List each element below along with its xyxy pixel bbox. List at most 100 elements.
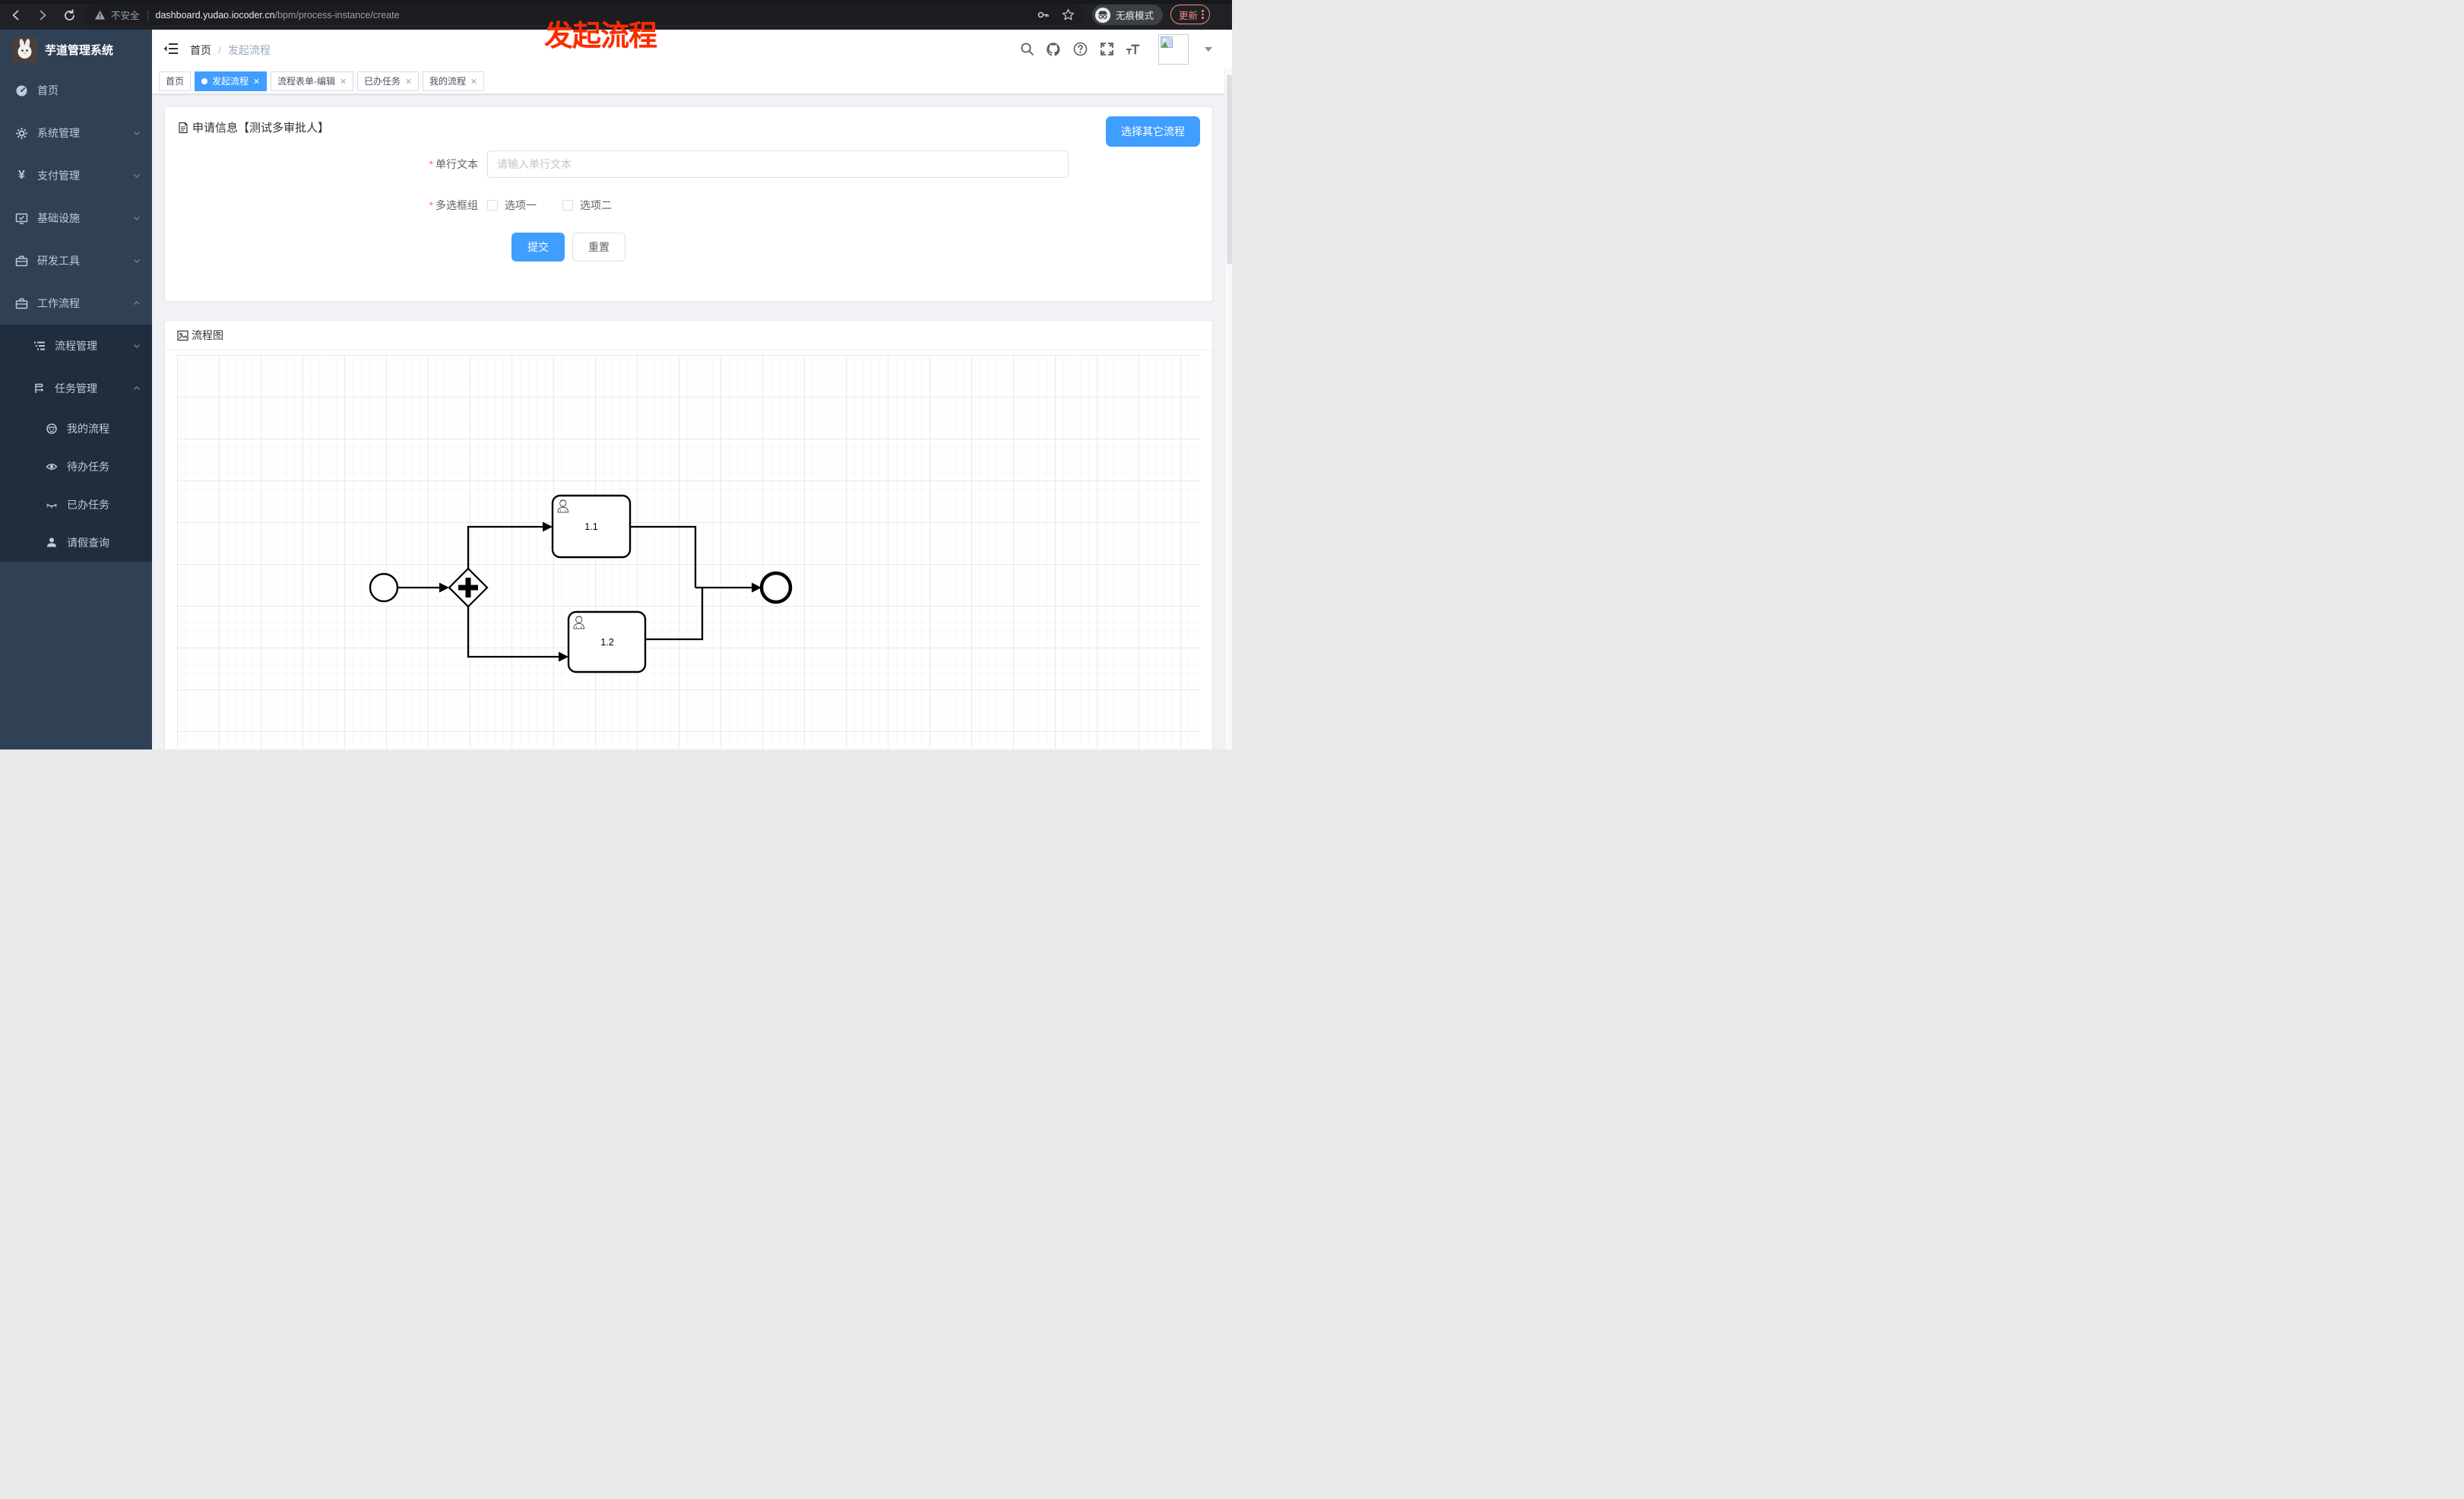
tab-label: 发起流程 — [212, 76, 249, 87]
checkbox-label: 选项二 — [580, 199, 612, 211]
checkbox-icon[interactable] — [562, 200, 573, 211]
avatar-dropdown-caret[interactable] — [1205, 46, 1212, 52]
tab-home[interactable]: 首页 — [159, 71, 192, 91]
checkbox-option-1[interactable]: 选项一 — [487, 198, 537, 213]
parallel-gateway-node[interactable] — [448, 567, 489, 608]
reset-button[interactable]: 重置 — [572, 233, 626, 261]
url-host: dashboard.yudao.iocoder.cn — [155, 9, 275, 21]
checkbox-icon[interactable] — [487, 200, 498, 211]
end-event-node[interactable] — [759, 571, 793, 604]
back-icon — [12, 10, 19, 21]
document-icon — [179, 122, 188, 133]
start-event-node[interactable] — [369, 572, 399, 603]
person-icon — [46, 537, 58, 549]
window-tab-strip — [0, 0, 1232, 4]
browser-menu-icon[interactable] — [1202, 10, 1204, 19]
scrollbar-thumb[interactable] — [1226, 74, 1232, 265]
tab-process-form-edit[interactable]: 流程表单-编辑 — [271, 71, 354, 91]
tab-start-process[interactable]: 发起流程 — [195, 71, 268, 91]
tab-my-process[interactable]: 我的流程 — [423, 71, 485, 91]
close-icon[interactable] — [470, 78, 477, 84]
breadcrumb-separator: / — [218, 44, 221, 56]
page: 不安全 dashboard.yudao.iocoder.cn/bpm/proce… — [0, 0, 1232, 750]
toolbox-icon — [15, 255, 28, 268]
tab-done-tasks[interactable]: 已办任务 — [357, 71, 420, 91]
sidebar-item-my-process[interactable]: 我的流程 — [0, 410, 152, 448]
password-key-icon[interactable] — [1037, 8, 1050, 21]
sidebar-item-label: 基础设施 — [37, 212, 80, 224]
fullscreen-icon[interactable] — [1099, 42, 1114, 57]
navbar: 首页 / 发起流程 — [152, 30, 1232, 68]
user-task-node-1-2[interactable]: 1.2 — [567, 610, 647, 673]
github-icon[interactable] — [1046, 42, 1061, 57]
incognito-badge: 无痕模式 — [1092, 5, 1164, 25]
sidebar-item-label: 工作流程 — [37, 297, 80, 309]
chevron-down-icon — [132, 256, 141, 265]
close-icon[interactable] — [340, 78, 347, 84]
hamburger-fold-icon — [163, 43, 178, 54]
form-row-text: * 单行文本 — [399, 151, 1200, 178]
sidebar-collapse-button[interactable] — [163, 42, 179, 59]
list-tree-icon — [33, 340, 46, 352]
sidebar-item-label: 待办任务 — [67, 461, 109, 473]
incognito-icon — [1095, 7, 1110, 23]
sidebar-item-home[interactable]: 首页 — [0, 69, 152, 112]
eye-closed-icon — [46, 499, 58, 511]
bpmn-diagram: 1.1 1.2 — [369, 494, 793, 673]
sidebar-item-infrastructure[interactable]: 基础设施 — [0, 197, 152, 239]
user-task-node-1-1[interactable]: 1.1 — [551, 494, 632, 559]
checkbox-option-2[interactable]: 选项二 — [562, 198, 612, 213]
sidebar-item-workflow[interactable]: 工作流程 — [0, 282, 152, 325]
sidebar-item-payment[interactable]: ¥ 支付管理 — [0, 154, 152, 197]
checkbox-label: 选项一 — [505, 199, 537, 211]
sidebar-item-leave-query[interactable]: 请假查询 — [0, 524, 152, 562]
not-secure-warning-icon — [94, 10, 106, 20]
close-icon[interactable] — [253, 78, 260, 84]
help-icon[interactable] — [1072, 42, 1088, 57]
security-label: 不安全 — [111, 11, 140, 21]
main-content: 申请信息【测试多审批人】 选择其它流程 *单行文本 *多选框组 选项一 选项二 … — [152, 94, 1232, 750]
face-icon — [46, 423, 58, 435]
breadcrumb-home[interactable]: 首页 — [190, 43, 211, 58]
sidebar-filler — [0, 562, 152, 750]
chevron-down-icon — [132, 214, 141, 223]
eye-icon — [46, 461, 58, 473]
apply-card-title: 申请信息【测试多审批人】 — [192, 122, 330, 135]
single-line-text-input[interactable] — [487, 151, 1069, 178]
submit-button[interactable]: 提交 — [511, 233, 565, 261]
browser-forward-button[interactable] — [33, 5, 52, 25]
search-icon[interactable] — [1019, 42, 1034, 57]
sidebar-item-todo-tasks[interactable]: 待办任务 — [0, 448, 152, 486]
broken-image-icon — [1161, 36, 1173, 48]
choose-other-process-button[interactable]: 选择其它流程 — [1106, 116, 1200, 147]
page-scrollbar[interactable] — [1224, 68, 1232, 750]
breadcrumb-current: 发起流程 — [227, 44, 271, 56]
update-label: 更新 — [1179, 10, 1199, 21]
sidebar-item-label: 任务管理 — [55, 382, 97, 395]
apply-card-header: 申请信息【测试多审批人】 — [177, 119, 1200, 135]
sidebar-item-label: 已办任务 — [67, 499, 109, 511]
flag-node-icon — [33, 382, 46, 395]
bpmn-canvas[interactable]: 1.1 1.2 — [177, 355, 1200, 750]
app-logo-row[interactable]: 芋道管理系统 — [0, 30, 152, 69]
dashboard-icon — [15, 84, 28, 97]
close-icon[interactable] — [405, 78, 412, 84]
sidebar-item-system[interactable]: 系统管理 — [0, 112, 152, 154]
sidebar-item-devtools[interactable]: 研发工具 — [0, 239, 152, 282]
form-row-checkboxes: * 多选框组 选项一 选项二 — [399, 198, 1200, 213]
sidebar-item-task-mgmt[interactable]: 任务管理 — [0, 367, 152, 410]
sidebar-item-process-mgmt[interactable]: 流程管理 — [0, 325, 152, 367]
browser-reload-button[interactable] — [59, 5, 79, 25]
url-path: /bpm/process-instance/create — [274, 9, 400, 21]
sidebar-item-label: 支付管理 — [37, 170, 80, 182]
chevron-down-icon — [132, 171, 141, 180]
bookmark-star-icon[interactable] — [1062, 8, 1075, 21]
sidebar-item-label: 我的流程 — [67, 423, 109, 435]
browser-back-button[interactable] — [6, 5, 26, 25]
browser-update-button[interactable]: 更新 — [1170, 5, 1210, 24]
field-label: * 多选框组 — [429, 199, 478, 211]
sidebar-item-done-tasks[interactable]: 已办任务 — [0, 486, 152, 524]
font-size-icon[interactable] — [1126, 42, 1141, 57]
avatar[interactable] — [1158, 33, 1189, 65]
task-label: 1.2 — [600, 637, 613, 648]
